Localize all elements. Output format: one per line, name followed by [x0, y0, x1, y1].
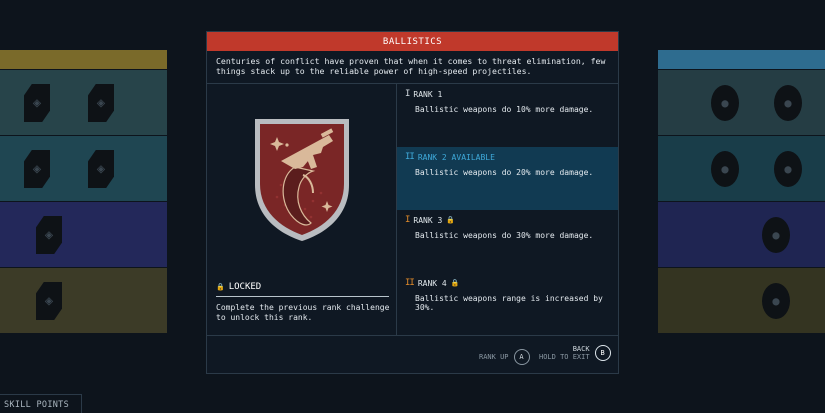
modal-title: BALLISTICS: [207, 32, 618, 51]
left-skill-panels: ◈ ◈ ◈ ◈ ◈ ◈: [0, 50, 167, 334]
skill-icon[interactable]: ◈: [36, 216, 62, 254]
rank-description: Ballistic weapons range is increased by …: [415, 294, 603, 312]
rank-bars-icon: II: [405, 278, 415, 288]
skill-icon[interactable]: ●: [762, 283, 790, 319]
lock-icon: 🔒: [446, 216, 456, 224]
back-hint: HOLD TO EXIT: [539, 353, 590, 361]
left-band-2[interactable]: ◈ ◈: [0, 136, 167, 202]
unlock-instructions: Complete the previous rank challenge to …: [216, 303, 390, 322]
rank-bars-icon: I: [405, 89, 411, 99]
back-button[interactable]: BACK HOLD TO EXIT B: [539, 345, 611, 361]
rank-label: RANK 2 AVAILABLE: [417, 152, 495, 162]
rank-bars-icon: I: [405, 215, 411, 225]
skill-icon[interactable]: ●: [762, 217, 790, 253]
rank-list: I RANK 1 Ballistic weapons do 10% more d…: [397, 84, 618, 335]
right-band-3[interactable]: ●: [658, 202, 825, 268]
ballistics-badge-icon: [255, 119, 349, 241]
skill-icon[interactable]: ◈: [88, 84, 114, 122]
modal-body: 🔒 LOCKED Complete the previous rank chal…: [207, 84, 618, 335]
skill-icon[interactable]: ◈: [88, 150, 114, 188]
left-band-4[interactable]: ◈: [0, 268, 167, 334]
rank-description: Ballistic weapons do 10% more damage.: [415, 105, 594, 114]
rank-row-3[interactable]: I RANK 3 🔒 Ballistic weapons do 30% more…: [397, 210, 618, 273]
right-band-2[interactable]: ● ●: [658, 136, 825, 202]
rank-description: Ballistic weapons do 30% more damage.: [415, 231, 594, 240]
skill-icon[interactable]: ●: [711, 151, 739, 187]
lock-status: 🔒 LOCKED: [216, 282, 261, 292]
modal-footer: RANK UP A BACK HOLD TO EXIT B: [207, 335, 618, 373]
skill-icon[interactable]: ◈: [24, 150, 50, 188]
skill-points-label: SKILL POINTS: [0, 394, 82, 413]
back-label: BACK: [572, 345, 590, 353]
lock-status-label: LOCKED: [228, 282, 262, 292]
lock-icon: 🔒: [216, 283, 225, 291]
a-button-icon: A: [513, 349, 530, 365]
skill-icon[interactable]: ◈: [36, 282, 62, 320]
rank-row-2[interactable]: II RANK 2 AVAILABLE Ballistic weapons do…: [397, 147, 618, 210]
skill-icon[interactable]: ◈: [24, 84, 50, 122]
lock-icon: 🔒: [450, 279, 460, 287]
skill-icon[interactable]: ●: [711, 85, 739, 121]
skill-detail-modal: BALLISTICS Centuries of conflict have pr…: [206, 31, 619, 374]
right-skill-panels: ● ● ● ● ● ●: [658, 50, 825, 334]
right-band-4[interactable]: ●: [658, 268, 825, 334]
rank-label: RANK 4: [417, 278, 447, 288]
skill-icon[interactable]: ●: [774, 151, 802, 187]
right-band-1[interactable]: ● ●: [658, 70, 825, 136]
skill-description: Centuries of conflict have proven that w…: [207, 51, 618, 84]
left-band-1[interactable]: ◈ ◈: [0, 70, 167, 136]
rank-label: RANK 1: [413, 89, 443, 99]
rank-row-1[interactable]: I RANK 1 Ballistic weapons do 10% more d…: [397, 84, 618, 147]
rank-row-4[interactable]: II RANK 4 🔒 Ballistic weapons range is i…: [397, 273, 618, 336]
rank-up-button[interactable]: RANK UP A: [479, 349, 530, 365]
divider: [216, 296, 389, 297]
skill-icon[interactable]: ●: [774, 85, 802, 121]
left-band-3[interactable]: ◈: [0, 202, 167, 268]
rank-description: Ballistic weapons do 20% more damage.: [415, 168, 594, 177]
b-button-icon: B: [594, 345, 611, 361]
skill-overview: 🔒 LOCKED Complete the previous rank chal…: [207, 84, 397, 335]
rank-label: RANK 3: [413, 215, 443, 225]
rank-up-label: RANK UP: [479, 353, 509, 361]
right-band-header: [658, 50, 825, 70]
rank-bars-icon: II: [405, 152, 415, 162]
left-band-header: [0, 50, 167, 70]
